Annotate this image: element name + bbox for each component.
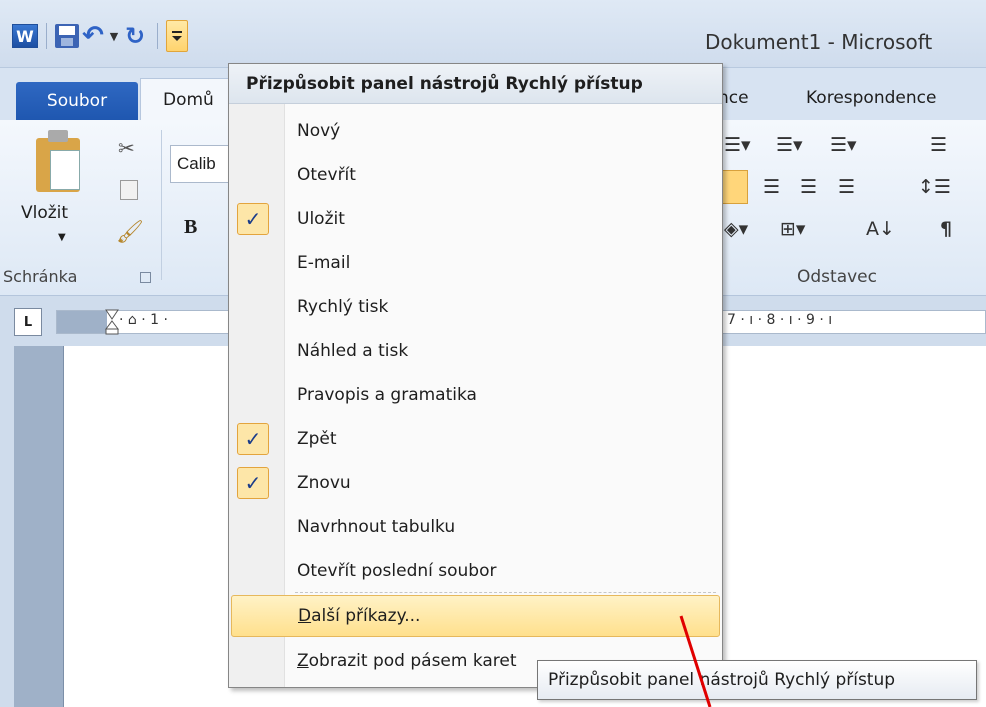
borders-icon[interactable]: ⊞▾: [780, 218, 805, 240]
tab-file[interactable]: Soubor: [16, 82, 138, 120]
redo-button[interactable]: ↻: [121, 21, 149, 51]
group-separator: [161, 130, 162, 280]
chevron-down-icon[interactable]: ▼: [58, 232, 66, 243]
menu-item-label: Navrhnout tabulku: [297, 517, 456, 537]
menu-item-label: Zpět: [297, 429, 337, 449]
menu-item-label: Pravopis a gramatika: [297, 385, 477, 405]
menu-item[interactable]: Nový: [231, 110, 720, 152]
chevron-down-icon: [172, 36, 182, 41]
workspace-margin: [0, 346, 14, 707]
indent-marker-icon[interactable]: [105, 309, 119, 335]
quick-access-toolbar: W ↶ ▼ ↻: [8, 20, 188, 52]
qat-separator: [46, 23, 47, 49]
show-formatting-icon[interactable]: ¶: [940, 218, 952, 240]
undo-icon: ↶: [82, 21, 104, 51]
tab-selector-button[interactable]: L: [14, 308, 42, 336]
menu-item[interactable]: ✓ Zpět: [231, 418, 720, 460]
redo-icon: ↻: [124, 22, 146, 50]
paste-button-label[interactable]: Vložit: [21, 203, 68, 223]
menu-item-label: obrazit pod pásem karet: [308, 651, 517, 671]
menu-item-more-commands[interactable]: Další příkazy...: [231, 595, 720, 637]
menu-item-label: Otevřít: [297, 165, 356, 185]
line-spacing-icon[interactable]: ↕☰: [918, 176, 951, 198]
undo-button[interactable]: ↶: [79, 21, 107, 51]
undo-dropdown-icon: ▼: [109, 29, 119, 43]
word-icon: W: [12, 24, 38, 48]
window-title: Dokument1 - Microsoft: [705, 30, 933, 54]
multilevel-list-icon[interactable]: ☰▾: [830, 134, 857, 156]
menu-item-label: Náhled a tisk: [297, 341, 409, 361]
qat-separator: [157, 23, 158, 49]
menu-item-label: Rychlý tisk: [297, 297, 389, 317]
menu-item-label: Uložit: [297, 209, 345, 229]
menu-header: Přizpůsobit panel nástrojů Rychlý přístu…: [229, 64, 722, 104]
menu-item[interactable]: ✓ Uložit: [231, 198, 720, 240]
menu-item-label: E-mail: [297, 253, 351, 273]
save-icon: [55, 24, 79, 48]
copy-icon[interactable]: [120, 180, 138, 200]
menu-item-label: alší příkazy...: [311, 606, 421, 626]
accelerator-key: D: [298, 606, 312, 626]
tooltip: Přizpůsobit panel nástrojů Rychlý přístu…: [537, 660, 977, 700]
align-right-icon[interactable]: ☰: [800, 176, 817, 198]
justify-icon[interactable]: ☰: [838, 176, 855, 198]
tab-mailings[interactable]: Korespondence: [806, 88, 936, 108]
ruler-marks: 7 · ı · 8 · ı · 9 · ı: [727, 312, 833, 328]
menu-separator: [295, 592, 716, 593]
menu-item-label: Znovu: [297, 473, 351, 493]
bullets-icon[interactable]: ☰▾: [724, 134, 751, 156]
ruler-marks: · ⌂ · 1 ·: [119, 312, 168, 328]
menu-item[interactable]: Navrhnout tabulku: [231, 506, 720, 548]
menu-item[interactable]: E-mail: [231, 242, 720, 284]
save-button[interactable]: [55, 21, 79, 51]
ruler-margin: [57, 311, 107, 333]
checkmark-icon: ✓: [237, 203, 269, 235]
menu-item[interactable]: Pravopis a gramatika: [231, 374, 720, 416]
align-left-button[interactable]: [722, 170, 748, 204]
menu-item[interactable]: Rychlý tisk: [231, 286, 720, 328]
undo-dropdown-button[interactable]: ▼: [107, 21, 121, 51]
word-app-button[interactable]: W: [8, 21, 38, 51]
group-label-clipboard: Schránka: [3, 267, 78, 286]
decrease-indent-icon[interactable]: ☰: [930, 134, 947, 156]
format-painter-icon[interactable]: 🖌: [116, 220, 144, 245]
title-bar: W ↶ ▼ ↻ Dokument1 - Microsoft: [0, 0, 986, 68]
vertical-ruler[interactable]: [14, 346, 64, 707]
align-center-icon[interactable]: ☰: [763, 176, 780, 198]
menu-item-label: Otevřít poslední soubor: [297, 561, 497, 581]
menu-item[interactable]: ✓ Znovu: [231, 462, 720, 504]
customize-qat-button[interactable]: [166, 20, 188, 52]
cut-icon[interactable]: ✂: [118, 136, 135, 160]
accelerator-key: Z: [297, 651, 309, 671]
shading-icon[interactable]: ◈▾: [724, 218, 748, 240]
menu-item[interactable]: Otevřít: [231, 154, 720, 196]
group-label-paragraph: Odstavec: [797, 267, 877, 287]
sort-icon[interactable]: A↓: [866, 218, 895, 240]
numbering-icon[interactable]: ☰▾: [776, 134, 803, 156]
menu-item[interactable]: Náhled a tisk: [231, 330, 720, 372]
menu-item[interactable]: Otevřít poslední soubor: [231, 550, 720, 592]
bold-button[interactable]: B: [184, 216, 197, 239]
dialog-launcher-icon[interactable]: [140, 272, 151, 283]
menu-item-label: Nový: [297, 121, 341, 141]
customize-qat-icon: [172, 31, 182, 33]
paste-icon[interactable]: [36, 130, 84, 192]
checkmark-icon: ✓: [237, 467, 269, 499]
customize-qat-menu: Přizpůsobit panel nástrojů Rychlý přístu…: [228, 63, 723, 688]
checkmark-icon: ✓: [237, 423, 269, 455]
